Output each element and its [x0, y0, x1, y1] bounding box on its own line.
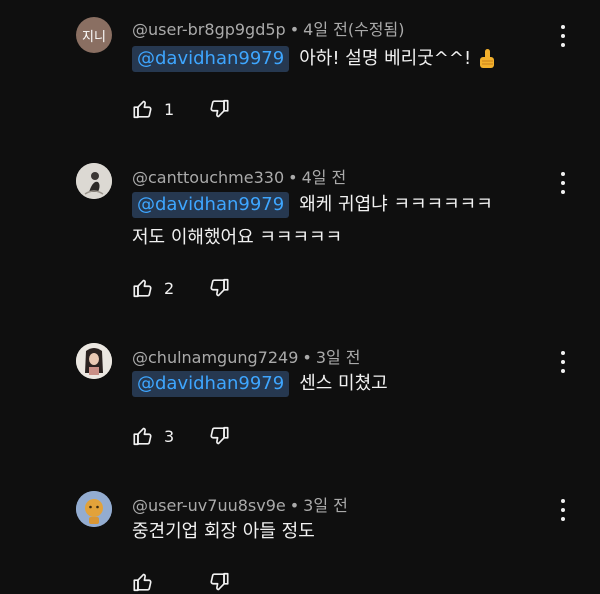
more-dot [561, 508, 565, 512]
separator-dot: • [302, 348, 312, 367]
more-options-button[interactable] [556, 172, 570, 194]
avatar[interactable] [76, 163, 112, 199]
comment-actions: 3 [132, 424, 230, 448]
thumbs-down-outline-icon [210, 426, 229, 445]
thumbs-down-outline-icon [210, 278, 229, 297]
comment-time[interactable]: 4일 전 [302, 168, 347, 187]
like-button[interactable]: 3 [132, 424, 180, 448]
author-handle[interactable]: @user-br8gp9gd5p [132, 20, 286, 39]
thumbs-up-outline-icon [133, 279, 152, 298]
author-handle[interactable]: @user-uv7uu8sv9e [132, 496, 286, 515]
thumbs-up-outline-icon [133, 573, 152, 592]
separator-dot: • [289, 496, 300, 515]
more-dot [561, 499, 565, 503]
avatar-image [76, 163, 112, 199]
more-dot [561, 34, 565, 38]
more-dot [561, 181, 565, 185]
comment-actions: 1 [132, 97, 230, 121]
dislike-button[interactable] [208, 276, 230, 300]
comment-text: @davidhan9979 센스 미쳤고 [132, 367, 388, 400]
avatar-image [76, 491, 112, 527]
mention-link[interactable]: @davidhan9979 [132, 371, 290, 397]
like-button[interactable] [132, 570, 180, 594]
like-button[interactable]: 2 [132, 276, 180, 300]
like-count: 3 [164, 426, 175, 446]
comment-meta: @canttouchme330 • 4일 전 [132, 164, 346, 188]
thumbs-up-emoji-icon [479, 49, 494, 68]
like-button[interactable]: 1 [132, 97, 180, 121]
mention-link[interactable]: @davidhan9979 [132, 46, 290, 72]
avatar[interactable] [76, 491, 112, 527]
comment-text-line: 아하! 설명 베리굿^^! [299, 48, 472, 69]
comment-meta: @chulnamgung7249 • 3일 전 [132, 344, 361, 368]
separator-dot: • [288, 168, 298, 187]
mention-link[interactable]: @davidhan9979 [132, 192, 290, 218]
author-handle[interactable]: @chulnamgung7249 [132, 348, 298, 367]
more-dot [561, 25, 565, 29]
thumbs-down-outline-icon [210, 572, 229, 591]
avatar-image [76, 343, 112, 379]
more-options-button[interactable] [556, 351, 570, 373]
comment-time[interactable]: 4일 전(수정됨) [303, 20, 404, 39]
more-dot [561, 369, 565, 373]
avatar[interactable]: 지니 [76, 17, 112, 53]
author-handle[interactable]: @canttouchme330 [132, 168, 284, 187]
more-dot [561, 190, 565, 194]
comment-actions: 2 [132, 276, 230, 300]
comment-text-line: 센스 미쳤고 [299, 373, 388, 394]
more-dot [561, 351, 565, 355]
comment-text-line: 왜케 귀엽냐 ㅋㅋㅋㅋㅋㅋ [299, 194, 493, 215]
thumbs-up-outline-icon [133, 100, 152, 119]
more-dot [561, 517, 565, 521]
dislike-button[interactable] [208, 424, 230, 448]
comment-time[interactable]: 3일 전 [316, 348, 361, 367]
more-dot [561, 43, 565, 47]
more-dot [561, 360, 565, 364]
comment-time[interactable]: 3일 전 [303, 496, 348, 515]
thumbs-down-outline-icon [210, 99, 229, 118]
dislike-button[interactable] [208, 97, 230, 121]
more-options-button[interactable] [556, 25, 570, 47]
more-options-button[interactable] [556, 499, 570, 521]
comment-text: @davidhan9979 왜케 귀엽냐 ㅋㅋㅋㅋㅋㅋ [132, 188, 493, 221]
comment-actions [132, 570, 230, 594]
more-dot [561, 172, 565, 176]
comment-text: 중견기업 회장 아들 정도 [132, 521, 315, 542]
comment-meta: @user-br8gp9gd5p • 4일 전(수정됨) [132, 16, 405, 40]
comment-text: @davidhan9979 아하! 설명 베리굿^^! [132, 42, 497, 75]
like-count: 1 [164, 99, 175, 119]
like-count: 2 [164, 278, 175, 298]
thumbs-up-outline-icon [133, 427, 152, 446]
dislike-button[interactable] [208, 570, 230, 594]
avatar[interactable] [76, 343, 112, 379]
comment-text-line-2: 저도 이해했어요 ㅋㅋㅋㅋㅋ [132, 227, 343, 248]
separator-dot: • [289, 20, 300, 39]
comment-meta: @user-uv7uu8sv9e • 3일 전 [132, 492, 348, 516]
